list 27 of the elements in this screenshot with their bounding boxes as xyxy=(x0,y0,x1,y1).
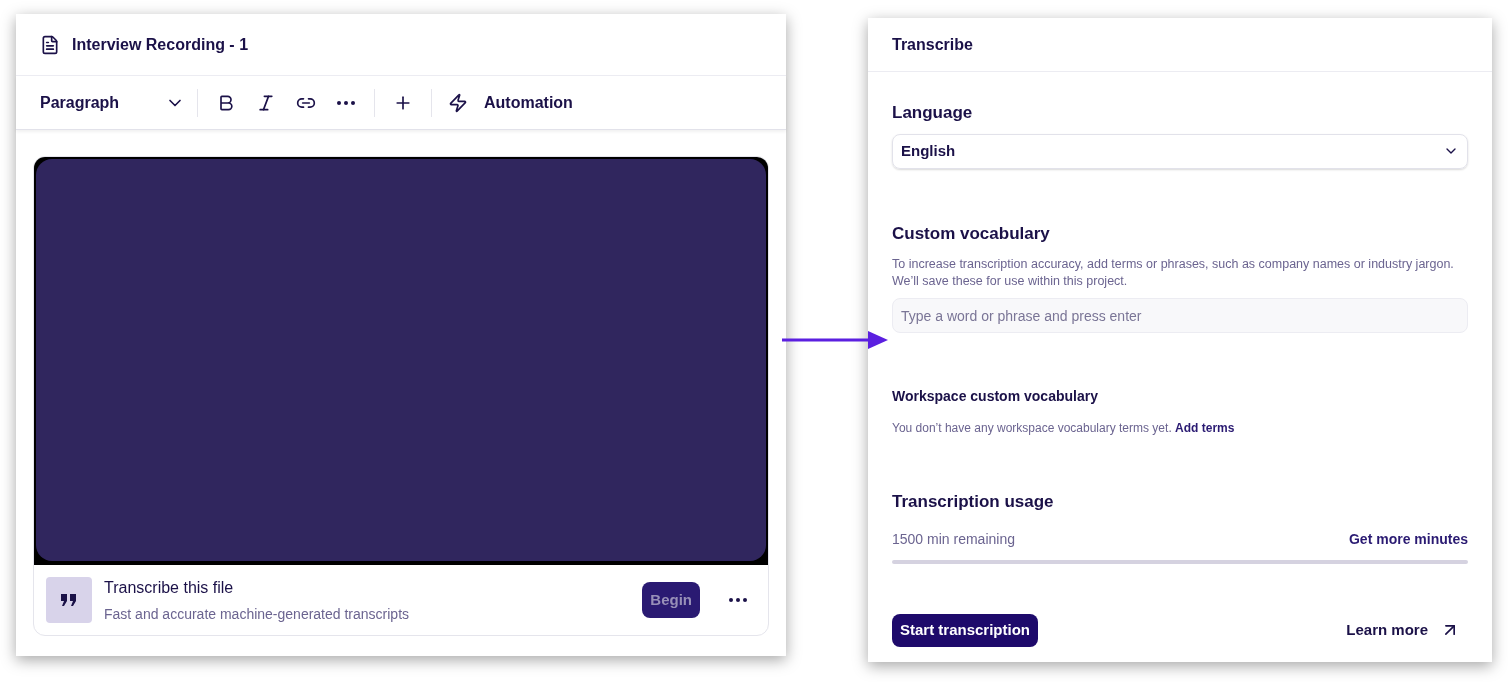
get-more-minutes-link[interactable]: Get more minutes xyxy=(1348,528,1468,550)
card-subtitle: Fast and accurate machine-generated transcripts xyxy=(104,604,411,624)
lightning-icon xyxy=(448,92,468,113)
language-select[interactable]: English xyxy=(892,133,1468,169)
document-icon xyxy=(40,34,60,55)
remaining-minutes: 1500 min remaining xyxy=(892,529,1015,549)
automation-button[interactable]: Automation xyxy=(484,90,573,115)
add-terms-link[interactable]: Add terms xyxy=(1175,421,1235,435)
section-description: You don’t have any workspace vocabulary terms yet. Add terms xyxy=(892,420,1236,437)
section-description: To increase transcription accuracy, add terms or phrases, such as company names or industry jargon. We’ll save these for use within this project. xyxy=(892,256,1455,290)
quote-icon xyxy=(46,577,92,623)
arrow-icon xyxy=(782,330,890,350)
panel-title: Transcribe xyxy=(892,34,973,55)
italic-icon xyxy=(256,92,276,113)
card-title: Transcribe this file xyxy=(104,577,235,598)
learn-more-link[interactable]: Learn more xyxy=(1346,618,1460,642)
section-heading: Workspace custom vocabulary xyxy=(892,387,1099,406)
more-icon xyxy=(729,598,747,602)
begin-button[interactable]: Begin xyxy=(642,582,700,618)
document-title: Interview Recording - 1 xyxy=(72,34,249,55)
paragraph-style-dropdown[interactable]: Paragraph xyxy=(40,90,185,115)
section-heading: Transcription usage xyxy=(892,491,1055,513)
section-heading: Language xyxy=(892,102,974,124)
more-icon xyxy=(337,100,355,105)
start-transcription-button[interactable]: Start transcription xyxy=(892,613,1039,647)
section-heading: Custom vocabulary xyxy=(892,222,1051,245)
vocabulary-input[interactable]: Type a word or phrase and press enter xyxy=(892,298,1468,333)
